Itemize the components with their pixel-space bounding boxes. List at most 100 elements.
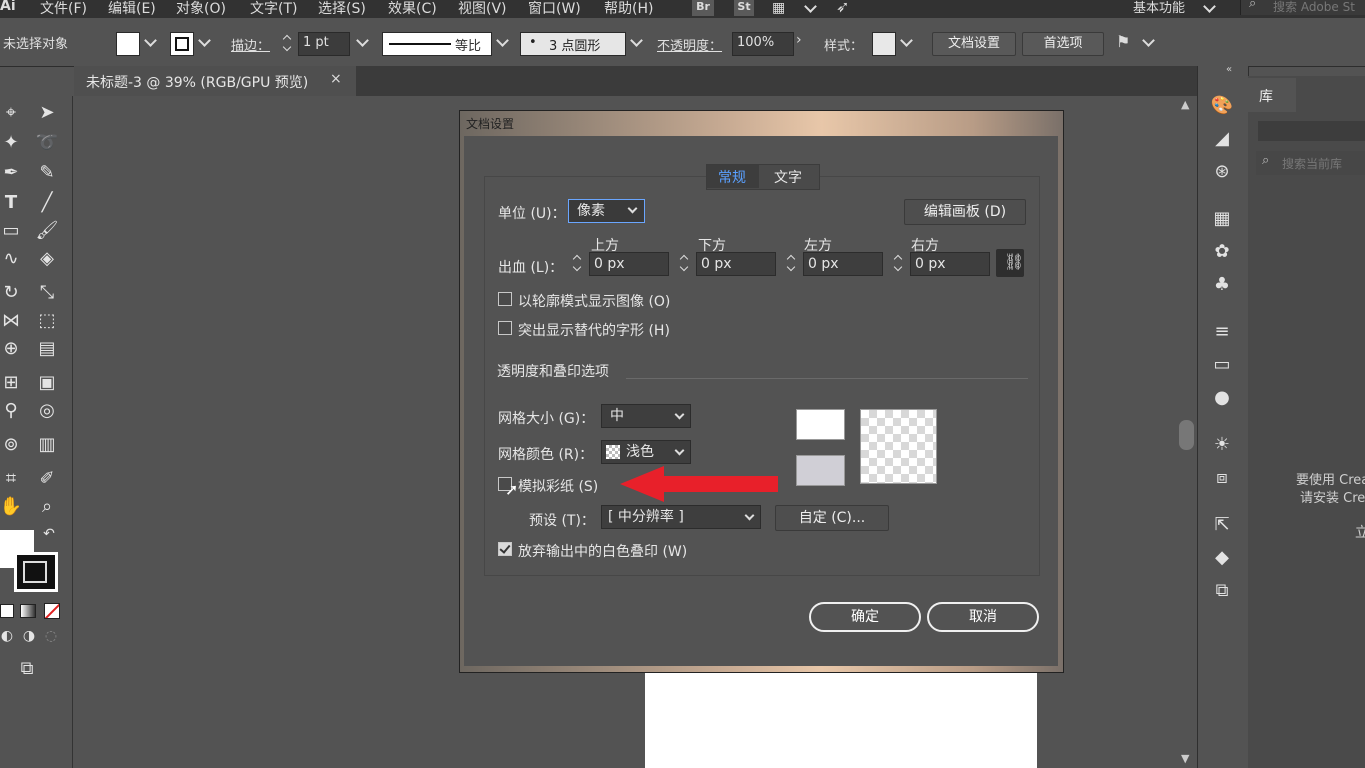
tab-general[interactable]: 常规 [707,165,759,188]
export-panel-icon[interactable]: ⇱ [1210,514,1234,535]
style-chevron-icon[interactable] [900,34,913,47]
units-select[interactable]: 像素 [568,199,645,223]
gradient-mode-icon[interactable] [20,604,36,618]
color-panel-icon[interactable]: 🎨 [1210,95,1234,116]
brushes-panel-icon[interactable]: ✿ [1210,241,1234,262]
menu-type[interactable]: 文字(T) [250,0,297,18]
mesh-tool-icon[interactable]: ⊞ [0,372,24,393]
feather-icon[interactable]: ➶ [836,0,849,16]
bleed-left-stepper[interactable] [785,252,799,274]
preferences-button[interactable]: 首选项 [1022,32,1104,56]
paper-color-swatch-bottom[interactable] [796,455,845,486]
edit-artboards-button[interactable]: 编辑画板 (D) [904,199,1026,225]
paper-color-swatch-top[interactable] [796,409,845,440]
free-transform-tool-icon[interactable]: ⬚ [34,310,60,331]
shaper-tool-icon[interactable]: ∿ [0,248,24,269]
stroke-color-swatch[interactable] [14,552,58,592]
direct-selection-tool-icon[interactable]: ➤ [34,102,60,123]
grid-size-select[interactable]: 中 [601,404,691,428]
artboards-panel-icon[interactable]: ⧉ [1210,580,1234,601]
stock-icon[interactable]: St [734,0,754,16]
fill-swatch[interactable] [116,32,140,56]
workspace-switcher[interactable]: 基本功能 [1133,0,1185,16]
bleed-bottom-input[interactable]: 0 px [696,252,776,276]
stroke-label[interactable]: 描边： [231,35,270,54]
pen-tool-icon[interactable]: ✒ [0,162,24,183]
adobe-stock-search[interactable]: ⌕ 搜索 Adobe St [1240,0,1365,15]
appearance-panel-icon[interactable]: ☀ [1210,434,1234,455]
rectangle-tool-icon[interactable]: ▭ [0,220,24,241]
show-images-outline-checkbox[interactable] [498,292,512,306]
menu-view[interactable]: 视图(V) [458,0,507,18]
rotate-tool-icon[interactable]: ↻ [0,282,24,303]
scale-tool-icon[interactable]: ⤡ [34,282,60,303]
style-swatch[interactable] [872,32,896,56]
library-search-input[interactable]: ⌕ 搜索当前库 [1256,151,1365,175]
artboard-tool-icon[interactable]: ⌗ [0,468,24,489]
gradient-panel-icon[interactable]: ▭ [1210,354,1234,375]
symbols-panel-icon[interactable]: ♣ [1210,274,1234,295]
preset-select[interactable]: [ 中分辨率 ] [601,505,761,529]
highlight-glyphs-checkbox[interactable] [498,321,512,335]
menu-select[interactable]: 选择(S) [318,0,366,18]
swatches-panel-icon[interactable]: ▦ [1210,208,1234,229]
recolor-icon[interactable]: ⊛ [1210,161,1234,182]
link-bleed-button[interactable]: ⛓ [996,249,1024,277]
ok-button[interactable]: 确定 [809,602,921,632]
none-mode-icon[interactable] [44,603,60,619]
graphic-styles-icon[interactable]: ⧈ [1210,467,1234,488]
discard-white-overprint-checkbox[interactable] [498,542,512,556]
opacity-input[interactable]: 100% [732,32,794,56]
shape-builder-tool-icon[interactable]: ⊕ [0,338,24,359]
vertical-scrollbar-thumb[interactable] [1179,420,1194,450]
eyedropper-tool-icon[interactable]: ⚲ [0,400,24,421]
bridge-icon[interactable]: Br [692,0,714,16]
zoom-tool-icon[interactable]: ⌕ [34,496,60,517]
grid-color-select[interactable]: 浅色 [601,440,691,464]
menu-object[interactable]: 对象(O) [176,0,226,18]
slice-tool-icon[interactable]: ✐ [34,468,60,489]
collapse-panels-icon[interactable]: « [1226,64,1232,75]
selection-tool-icon[interactable]: ⌖ [0,102,24,123]
scroll-down-icon[interactable]: ▼ [1181,752,1189,765]
bleed-right-input[interactable]: 0 px [910,252,990,276]
menu-help[interactable]: 帮助(H) [604,0,653,18]
width-tool-icon[interactable]: ⋈ [0,310,24,331]
column-graph-tool-icon[interactable]: ▥ [34,434,60,455]
workspace-chevron-icon[interactable] [1203,0,1216,13]
lasso-tool-icon[interactable]: ➰ [34,132,60,153]
draw-inside-icon[interactable]: ◌ [38,628,64,644]
quick-actions-chevron-icon[interactable] [1142,34,1155,47]
layers-panel-icon[interactable]: ◆ [1210,547,1234,568]
type-tool-icon[interactable]: T [0,192,24,213]
menu-file[interactable]: 文件(F) [40,0,87,18]
menu-edit[interactable]: 编辑(E) [108,0,156,18]
brush-chevron-icon[interactable] [630,34,643,47]
bleed-top-stepper[interactable] [571,252,585,274]
close-icon[interactable]: × [330,71,342,87]
artboard[interactable] [645,672,1037,768]
color-mode-icon[interactable] [0,604,14,618]
arrange-documents-icon[interactable]: ▦ [772,0,785,16]
document-setup-button[interactable]: 文档设置 [932,32,1016,56]
menu-effect[interactable]: 效果(C) [388,0,437,18]
gradient-tool-icon[interactable]: ▣ [34,372,60,393]
paintbrush-tool-icon[interactable]: 🖌 [34,220,60,241]
symbol-sprayer-tool-icon[interactable]: ⊚ [0,434,24,455]
menu-window[interactable]: 窗口(W) [528,0,581,18]
opacity-label[interactable]: 不透明度： [657,35,722,54]
color-guide-icon[interactable]: ◢ [1210,128,1234,149]
custom-button[interactable]: 自定 (C)... [775,505,889,531]
stroke-profile-chevron-icon[interactable] [496,34,509,47]
stroke-weight-stepper[interactable] [281,32,295,54]
stroke-weight-input[interactable]: 1 pt [298,32,350,56]
bleed-left-input[interactable]: 0 px [803,252,883,276]
stroke-profile-select[interactable]: 等比 [382,32,492,56]
swap-fill-stroke-icon[interactable]: ↶ [36,526,62,542]
bleed-right-stepper[interactable] [892,252,906,274]
screen-mode-icon[interactable]: ⧉ [14,658,40,679]
perspective-grid-tool-icon[interactable]: ▤ [34,338,60,359]
scroll-up-icon[interactable]: ▲ [1181,98,1189,111]
library-select[interactable] [1258,121,1365,141]
fill-chevron-icon[interactable] [144,34,157,47]
